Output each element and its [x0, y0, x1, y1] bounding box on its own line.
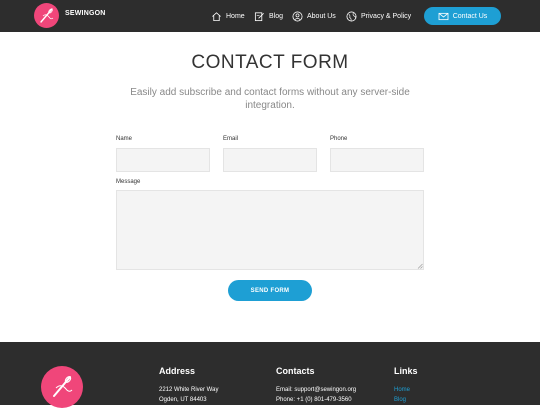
user-icon — [292, 11, 303, 21]
footer-contacts-phone[interactable]: Phone: +1 (0) 801-479-3560 — [276, 397, 352, 403]
email-input[interactable] — [223, 148, 317, 172]
page-title: CONTACT FORM — [191, 52, 349, 73]
nav-about[interactable]: About Us — [292, 8, 336, 24]
edit-icon — [254, 11, 264, 21]
send-form-button[interactable]: SEND FORM — [228, 280, 312, 301]
nav-about-label: About Us — [307, 12, 336, 20]
name-label: Name — [116, 136, 133, 142]
name-input[interactable] — [116, 148, 210, 172]
footer-links-heading: Links — [394, 366, 418, 376]
footer-logo[interactable] — [41, 366, 83, 408]
logo[interactable] — [34, 3, 59, 28]
footer-address-line2: Ogden, UT 84403 — [159, 397, 207, 403]
message-textarea[interactable] — [116, 190, 424, 270]
resize-grip-icon[interactable] — [417, 263, 423, 269]
nav-home[interactable]: Home — [211, 8, 245, 24]
footer-link-home[interactable]: Home — [394, 387, 410, 393]
message-label: Message — [116, 179, 141, 185]
email-label: Email — [223, 136, 239, 142]
footer-contacts-heading: Contacts — [276, 366, 315, 376]
phone-input[interactable] — [330, 148, 424, 172]
brand-name[interactable]: SEWINGON — [65, 10, 106, 17]
top-navbar: SEWINGON Home Blog About Us Privacy & Po… — [0, 0, 540, 32]
needle-icon — [53, 376, 73, 397]
footer-address-heading: Address — [159, 366, 196, 376]
page-subtitle: Easily add subscribe and contact forms w… — [130, 87, 410, 111]
nav-blog-label: Blog — [269, 12, 284, 20]
nav-home-label: Home — [226, 12, 245, 20]
footer-address-line1: 2212 White River Way — [159, 387, 219, 393]
nav-blog[interactable]: Blog — [254, 8, 283, 24]
contact-us-button[interactable]: Contact Us — [424, 7, 501, 25]
mail-icon — [438, 12, 449, 20]
phone-label: Phone — [330, 136, 348, 142]
contact-us-label: Contact Us — [452, 12, 488, 20]
nav-privacy-label: Privacy & Policy — [361, 12, 412, 20]
nav-privacy[interactable]: Privacy & Policy — [346, 8, 411, 24]
footer-link-blog[interactable]: Blog — [394, 397, 406, 403]
globe-icon — [346, 11, 357, 21]
home-icon — [212, 11, 221, 21]
needle-icon — [40, 8, 54, 23]
footer-contacts-email[interactable]: Email: support@sewingon.org — [276, 387, 356, 393]
